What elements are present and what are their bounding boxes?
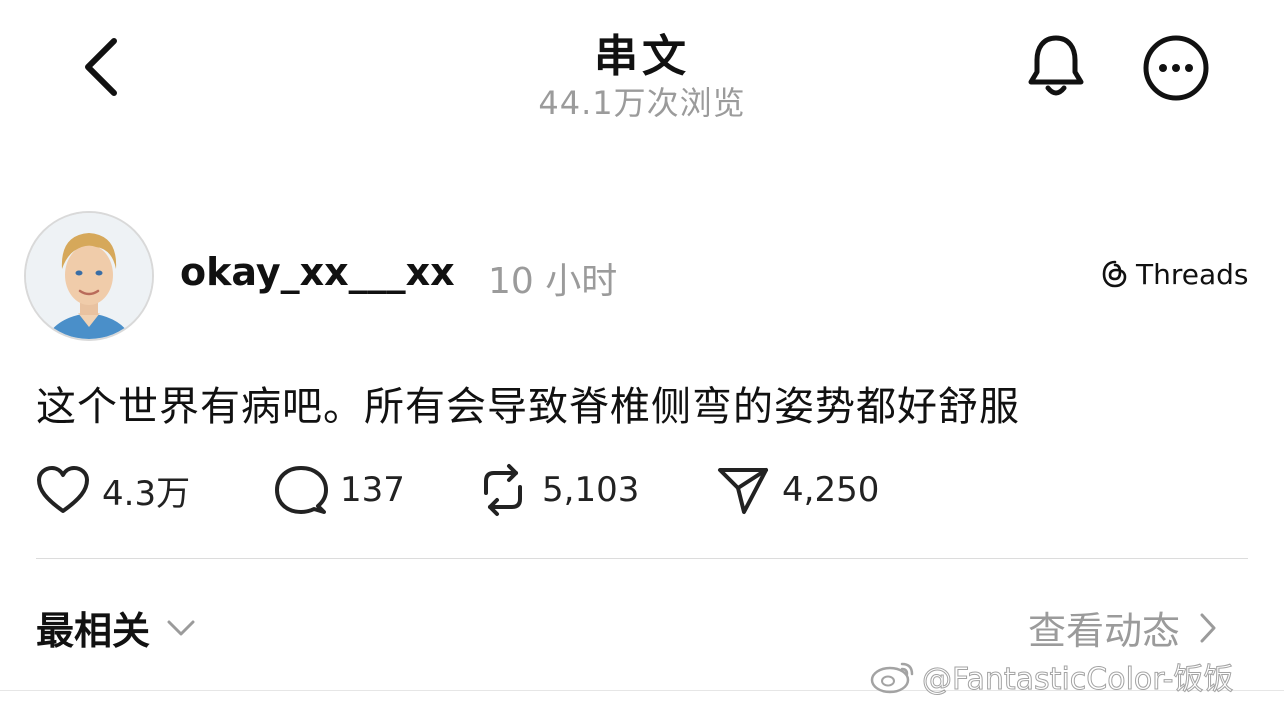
activity-label: 查看动态 — [1028, 609, 1181, 653]
chevron-down-icon — [167, 620, 195, 635]
send-icon — [718, 468, 768, 514]
sort-label: 最相关 — [36, 609, 151, 653]
like-button[interactable]: 4.3万 — [36, 462, 190, 518]
reply-count: 137 — [340, 470, 405, 510]
more-circle-icon — [1143, 35, 1209, 101]
share-button[interactable]: 4,250 — [716, 462, 879, 518]
post-username[interactable]: okay_xx___xx — [180, 250, 455, 294]
watermark-text: @FantasticColor-饭饭 — [922, 662, 1234, 698]
share-count: 4,250 — [782, 470, 880, 510]
sort-dropdown[interactable]: 最相关 — [36, 600, 196, 655]
avatar-portrait-icon — [26, 213, 152, 339]
like-count: 4.3万 — [102, 473, 191, 514]
notifications-button[interactable] — [1020, 28, 1092, 104]
bell-icon — [1028, 35, 1084, 96]
repost-button[interactable]: 5,103 — [476, 462, 639, 518]
post-text: 这个世界有病吧。所有会导致脊椎侧弯的姿势都好舒服 — [36, 384, 1020, 430]
divider — [36, 558, 1248, 559]
avatar[interactable] — [24, 211, 154, 341]
reply-button[interactable]: 137 — [274, 462, 405, 518]
repost-count: 5,103 — [542, 470, 640, 510]
heart-icon — [37, 466, 89, 513]
post-time: 10 小时 — [488, 261, 618, 302]
comment-bubble-icon — [275, 466, 328, 514]
more-options-button[interactable] — [1138, 30, 1214, 106]
weibo-logo-icon — [870, 662, 914, 694]
threads-label: Threads — [1136, 257, 1249, 291]
repost-icon — [484, 464, 522, 516]
watermark: @FantasticColor-饭饭 — [870, 654, 1234, 698]
threads-badge[interactable]: Threads — [1100, 254, 1249, 294]
threads-logo-icon — [1102, 260, 1127, 288]
chevron-right-icon — [1200, 613, 1216, 642]
view-activity-link[interactable]: 查看动态 — [1028, 600, 1218, 655]
